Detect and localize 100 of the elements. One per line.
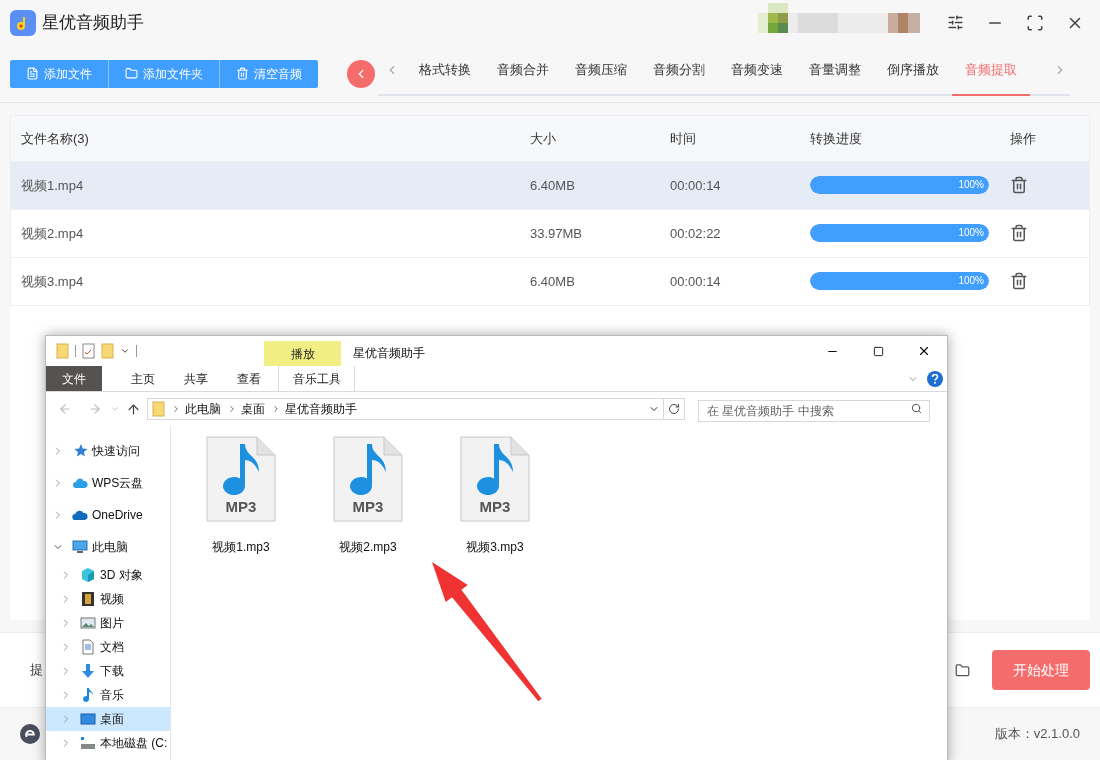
tree-label: 3D 对象 bbox=[100, 567, 143, 584]
folder-icon bbox=[125, 67, 138, 81]
tree-label: 视频 bbox=[100, 591, 124, 608]
maximize-icon[interactable] bbox=[872, 345, 884, 357]
image-icon bbox=[80, 615, 96, 631]
tree-label: 本地磁盘 (C: bbox=[100, 735, 168, 752]
tree-label: 音乐 bbox=[100, 687, 124, 704]
breadcrumb[interactable]: 桌面 bbox=[241, 400, 265, 418]
breadcrumb[interactable]: 此电脑 bbox=[185, 400, 221, 418]
ribbon-tab[interactable]: 查看 bbox=[222, 366, 275, 391]
tree-label: 文档 bbox=[100, 639, 124, 656]
document-icon bbox=[80, 639, 96, 655]
separator-icon bbox=[171, 404, 181, 414]
table-cell: 视频1.mp4 bbox=[21, 178, 84, 194]
tab[interactable]: 音频合并 bbox=[484, 45, 562, 96]
output-label: 提 bbox=[30, 661, 43, 680]
tree-item[interactable]: OneDrive bbox=[46, 499, 170, 531]
tab[interactable]: 音频变速 bbox=[718, 45, 796, 96]
settings-icon[interactable] bbox=[946, 14, 964, 32]
file-name[interactable]: 视频3.mp3 bbox=[466, 538, 524, 556]
search-field[interactable]: 在 星优音频助手 中搜索 bbox=[698, 400, 930, 422]
column-header: 时间 bbox=[670, 131, 696, 147]
up-icon[interactable] bbox=[126, 401, 141, 417]
ribbon-tab[interactable]: 音乐工具 bbox=[278, 366, 355, 391]
table-row[interactable]: 视频3.mp4 6.40MB 00:00:14 100% bbox=[10, 257, 1090, 306]
tree-item[interactable]: 本地磁盘 (C: bbox=[46, 731, 170, 755]
tree-label: 桌面 bbox=[100, 711, 124, 728]
context-tab-header: 播放 bbox=[264, 341, 341, 366]
search-icon[interactable] bbox=[911, 403, 922, 414]
column-header: 转换进度 bbox=[810, 131, 862, 147]
tree-item[interactable]: 快速访问 bbox=[46, 435, 170, 467]
delete-icon[interactable] bbox=[1010, 224, 1028, 243]
table-row[interactable]: 视频2.mp4 33.97MB 00:02:22 100% bbox=[10, 209, 1090, 258]
app-logo bbox=[10, 9, 36, 36]
file-name[interactable]: 视频1.mp3 bbox=[212, 538, 270, 556]
drive-icon bbox=[80, 735, 96, 751]
tree-item[interactable]: 3D 对象 bbox=[46, 563, 170, 587]
tree-item[interactable]: 视频 bbox=[46, 587, 170, 611]
breadcrumb[interactable]: 星优音频助手 bbox=[285, 400, 357, 418]
table-cell: 33.97MB bbox=[530, 226, 583, 242]
app-title: 星优音频助手 bbox=[42, 12, 144, 35]
monitor-icon bbox=[80, 711, 96, 727]
refresh-icon[interactable] bbox=[668, 403, 680, 415]
tree-item[interactable]: 图片 bbox=[46, 611, 170, 635]
tree-item[interactable]: 下载 bbox=[46, 659, 170, 683]
tree-item[interactable]: 桌面 bbox=[46, 707, 170, 731]
tree-item[interactable]: WPS云盘 bbox=[46, 467, 170, 499]
column-header: 操作 bbox=[1010, 131, 1036, 147]
tree-item[interactable]: 音乐 bbox=[46, 683, 170, 707]
close-icon[interactable] bbox=[917, 344, 931, 358]
ribbon-tab[interactable]: 主页 bbox=[116, 366, 169, 391]
ribbon-tab[interactable]: 文件 bbox=[46, 366, 102, 391]
star-icon bbox=[72, 443, 88, 459]
delete-icon[interactable] bbox=[1010, 176, 1028, 195]
dropdown-icon[interactable] bbox=[120, 346, 130, 356]
tab[interactable]: 音频压缩 bbox=[562, 45, 640, 96]
audio-file-icon: MP3 bbox=[333, 436, 403, 522]
tab[interactable]: 音量调整 bbox=[796, 45, 874, 96]
folder-icon[interactable] bbox=[955, 662, 970, 678]
trash-icon bbox=[236, 67, 249, 81]
separator-icon bbox=[227, 404, 237, 414]
back-icon[interactable] bbox=[58, 402, 72, 416]
audio-file-icon: MP3 bbox=[206, 436, 276, 522]
checklist-icon[interactable] bbox=[82, 343, 95, 359]
table-row[interactable]: 视频1.mp4 6.40MB 00:00:14 100% bbox=[10, 161, 1090, 210]
tree-label: 此电脑 bbox=[92, 539, 128, 556]
address-bar[interactable]: 此电脑 桌面 星优音频助手 bbox=[147, 398, 685, 420]
separator-icon bbox=[271, 404, 281, 414]
delete-icon[interactable] bbox=[1010, 272, 1028, 291]
tree-item[interactable]: 文档 bbox=[46, 635, 170, 659]
tree-label: OneDrive bbox=[92, 507, 143, 524]
browser-icon[interactable] bbox=[20, 724, 40, 744]
table-cell: 00:00:14 bbox=[670, 178, 721, 194]
music-note-icon bbox=[80, 687, 96, 703]
maximize-icon[interactable] bbox=[1026, 13, 1044, 32]
progress-text: 100% bbox=[958, 179, 984, 192]
table-cell: 00:02:22 bbox=[670, 226, 721, 242]
table-cell: 6.40MB bbox=[530, 178, 575, 194]
table-cell: 视频2.mp4 bbox=[21, 226, 84, 242]
column-header: 大小 bbox=[530, 131, 556, 147]
tree-label: 下载 bbox=[100, 663, 124, 680]
help-icon[interactable] bbox=[927, 370, 943, 387]
tab[interactable]: 倒序播放 bbox=[874, 45, 952, 96]
tab[interactable]: 格式转换 bbox=[406, 45, 484, 96]
tree-item[interactable]: 此电脑 bbox=[46, 531, 170, 563]
tree-label: 快速访问 bbox=[92, 443, 140, 460]
progress-text: 100% bbox=[958, 227, 984, 240]
back-button[interactable] bbox=[347, 59, 375, 88]
film-icon bbox=[80, 591, 96, 607]
recent-icon[interactable] bbox=[110, 404, 120, 414]
table-cell: 00:00:14 bbox=[670, 274, 721, 290]
forward-icon[interactable] bbox=[88, 402, 102, 416]
ribbon-tab[interactable]: 共享 bbox=[169, 366, 222, 391]
tab[interactable]: 音频分割 bbox=[640, 45, 718, 96]
table-cell: 视频3.mp4 bbox=[21, 274, 84, 290]
file-name[interactable]: 视频2.mp3 bbox=[339, 538, 397, 556]
folder-icon bbox=[152, 401, 165, 417]
cube-icon bbox=[80, 567, 96, 583]
window-title: 星优音频助手 bbox=[353, 345, 425, 362]
audio-file-icon: MP3 bbox=[460, 436, 530, 522]
